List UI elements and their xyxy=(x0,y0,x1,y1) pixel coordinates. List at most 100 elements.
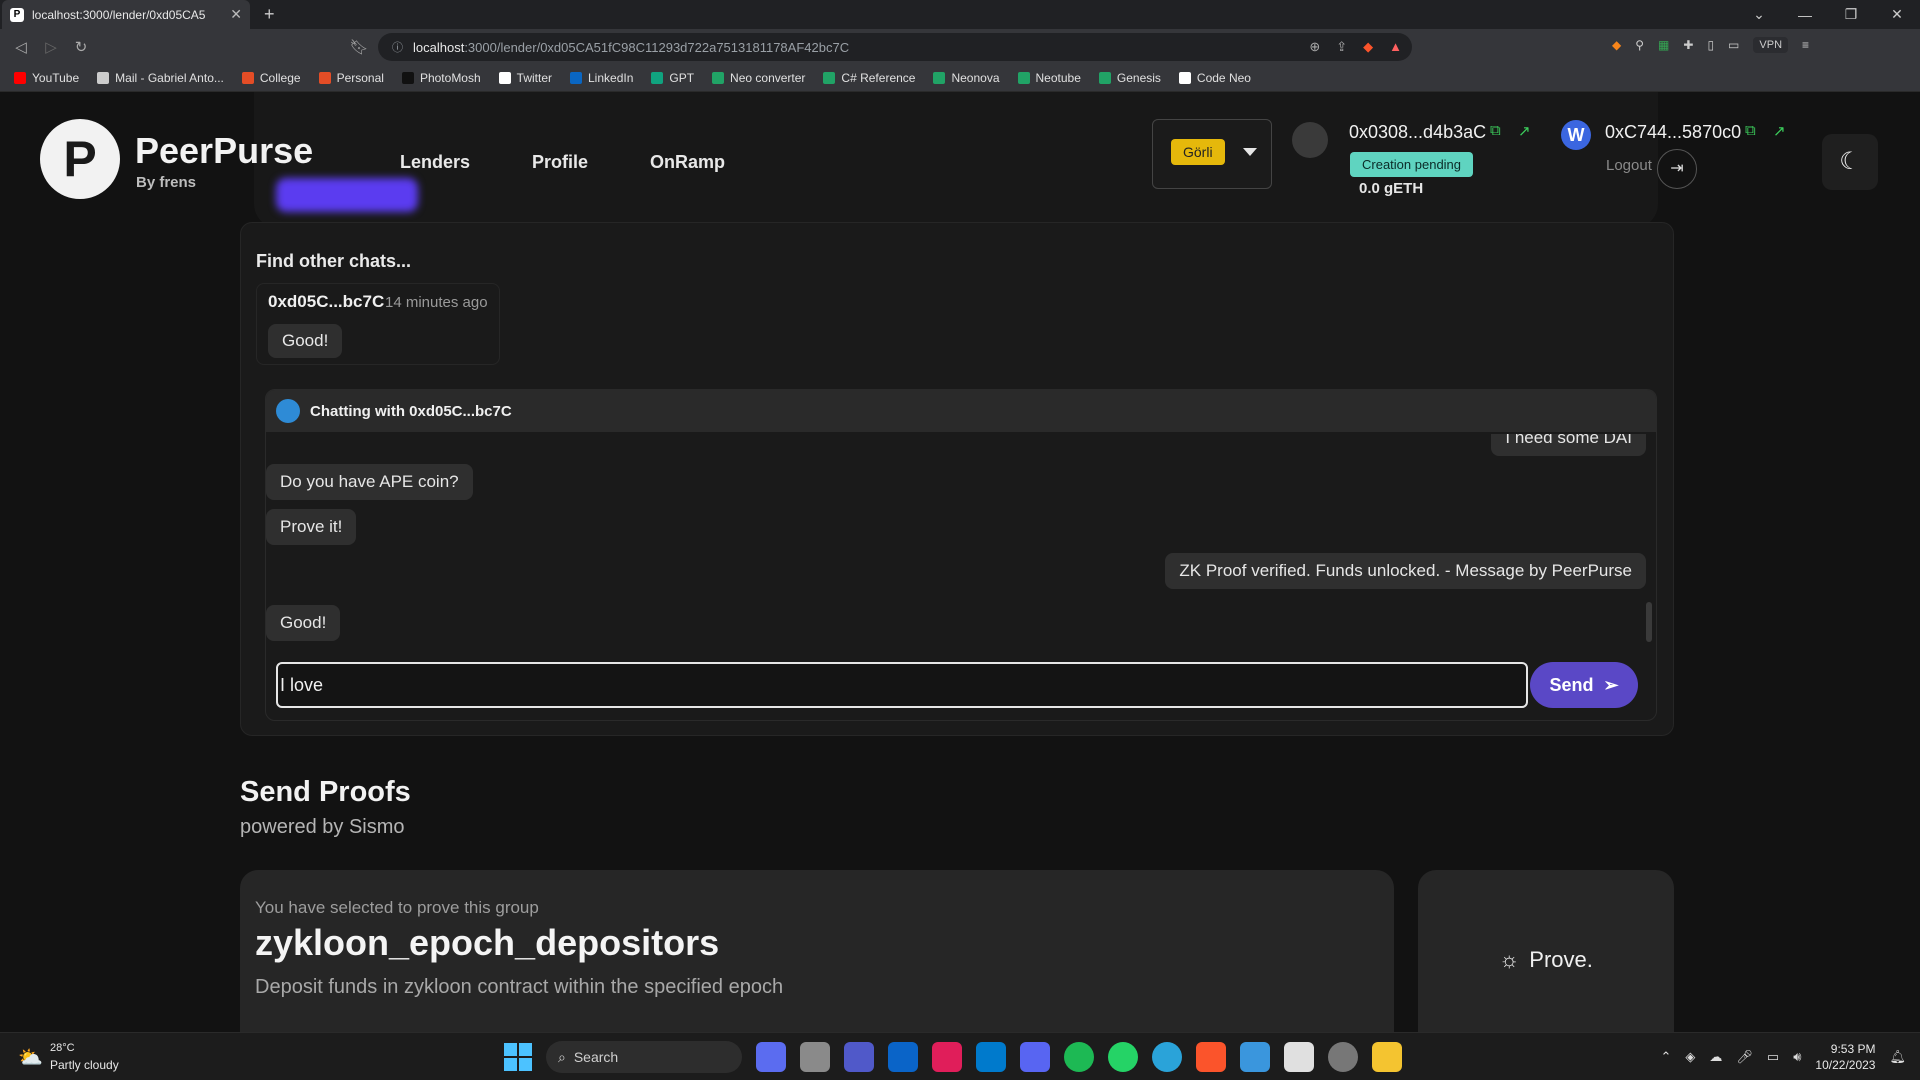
spotify-app-icon[interactable] xyxy=(1064,1042,1094,1072)
taskbar-search[interactable]: ⌕ Search xyxy=(546,1041,742,1073)
extension-icon[interactable]: ⚲ xyxy=(1635,38,1644,52)
menu-icon[interactable]: ≡ xyxy=(1802,38,1809,52)
sidebar-icon[interactable]: ▯ xyxy=(1707,38,1714,52)
external-link-icon[interactable]: ↗ xyxy=(1518,122,1531,140)
bookmark-label: C# Reference xyxy=(841,71,916,85)
discord-app-icon[interactable] xyxy=(1020,1042,1050,1072)
bookmark-favicon-icon xyxy=(1098,72,1111,84)
onedrive-icon[interactable]: ☁ xyxy=(1709,1049,1722,1065)
bookmark-item[interactable]: Genesis xyxy=(1098,71,1161,85)
os-taskbar: ⛅ 28°C Partly cloudy ⌕ Search ⌃ ◈ ☁ 🎤︎ ▭… xyxy=(0,1032,1920,1080)
vscode-app-icon[interactable] xyxy=(976,1042,1006,1072)
message-scrollbar[interactable] xyxy=(1646,602,1652,642)
brave-rewards-icon[interactable]: ▲ xyxy=(1389,39,1402,55)
windows-start-icon[interactable] xyxy=(504,1043,532,1071)
moon-icon[interactable]: ☾ xyxy=(1822,134,1878,190)
bookmark-item[interactable]: Neotube xyxy=(1017,71,1081,85)
brand-name[interactable]: PeerPurse xyxy=(135,130,313,172)
bookmark-item[interactable]: PhotoMosh xyxy=(401,71,481,85)
slack-app-icon[interactable] xyxy=(932,1042,962,1072)
bookmark-favicon-icon xyxy=(1178,72,1191,84)
close-window-icon[interactable]: ✕ xyxy=(1874,6,1920,23)
clock[interactable]: 9:53 PM 10/22/2023 xyxy=(1815,1041,1875,1073)
wallet-icon[interactable]: ▭ xyxy=(1728,38,1739,52)
prove-button[interactable]: ☼ Prove. xyxy=(1418,870,1674,1032)
files-app-icon[interactable] xyxy=(800,1042,830,1072)
bookmark-favicon-icon xyxy=(241,72,254,84)
bookmark-icon[interactable]: 🔖︎ xyxy=(344,38,374,56)
url-bar[interactable]: ⓘ localhost:3000/lender/0xd05CA51fC98C11… xyxy=(378,33,1412,61)
bookmark-label: Neotube xyxy=(1035,71,1081,85)
settings-app-icon[interactable] xyxy=(1328,1042,1358,1072)
nav-lenders[interactable]: Lenders xyxy=(400,152,470,173)
clock-date: 10/22/2023 xyxy=(1815,1058,1876,1072)
telegram-app-icon[interactable] xyxy=(1152,1042,1182,1072)
bookmark-item[interactable]: LinkedIn xyxy=(570,71,633,85)
sheets-icon[interactable]: ▦ xyxy=(1658,38,1669,52)
notepad-app-icon[interactable] xyxy=(1240,1042,1270,1072)
bookmark-item[interactable]: GPT xyxy=(651,71,694,85)
copy-icon[interactable]: ⧉ xyxy=(1490,122,1501,139)
volume-icon[interactable]: 🔊︎ xyxy=(1793,1049,1801,1065)
bookmark-favicon-icon xyxy=(570,72,582,84)
logo-icon[interactable]: P xyxy=(40,119,120,199)
weather-icon[interactable]: ⛅ xyxy=(18,1045,44,1069)
logout-icon[interactable]: ⇥ xyxy=(1657,149,1697,189)
snipping-app-icon[interactable] xyxy=(1284,1042,1314,1072)
microphone-icon[interactable]: 🎤︎ xyxy=(1736,1049,1753,1065)
restore-icon[interactable]: ❐ xyxy=(1828,6,1874,23)
brave-shield-icon[interactable]: ◆ xyxy=(1363,39,1373,55)
bookmark-item[interactable]: Mail - Gabriel Anto... xyxy=(97,71,224,85)
forward-icon[interactable]: ▷ xyxy=(36,38,66,56)
bookmark-item[interactable]: Neo converter xyxy=(712,71,805,85)
external-link-icon[interactable]: ↗ xyxy=(1773,122,1786,140)
share-icon[interactable]: ⇪ xyxy=(1336,39,1347,55)
chat-list-item[interactable]: 0xd05C...bc7C 14 minutes ago Good! xyxy=(256,283,500,365)
outlook-app-icon[interactable] xyxy=(888,1042,918,1072)
browser-tab[interactable]: P localhost:3000/lender/0xd05CA5 ✕ xyxy=(2,0,250,29)
new-tab-icon[interactable]: + xyxy=(264,4,275,25)
message-list[interactable]: I need some DAI Do you have APE coin? Pr… xyxy=(266,434,1646,652)
reload-icon[interactable]: ↻ xyxy=(66,38,96,56)
teams-app-icon[interactable] xyxy=(844,1042,874,1072)
bookmark-item[interactable]: Neonova xyxy=(933,71,1000,85)
widgets-app-icon[interactable] xyxy=(756,1042,786,1072)
bookmark-label: Personal xyxy=(336,71,384,85)
zoom-icon[interactable]: ⊕ xyxy=(1309,39,1320,55)
bookmark-item[interactable]: Twitter xyxy=(498,71,552,85)
bookmark-item[interactable]: College xyxy=(241,71,301,85)
bookmark-favicon-icon xyxy=(318,72,331,84)
metamask-icon[interactable]: ◆ xyxy=(1612,38,1621,52)
minimize-icon[interactable]: — xyxy=(1782,7,1828,23)
bookmark-item[interactable]: Code Neo xyxy=(1178,71,1251,85)
logout-label[interactable]: Logout xyxy=(1606,157,1652,174)
nav-profile[interactable]: Profile xyxy=(532,152,588,173)
brave-app-icon[interactable] xyxy=(1196,1042,1226,1072)
copy-icon[interactable]: ⧉ xyxy=(1745,122,1756,139)
notification-icon[interactable]: 🔔︎ xyxy=(1889,1049,1906,1065)
network-select[interactable]: Görli xyxy=(1152,119,1272,189)
bookmark-label: PhotoMosh xyxy=(419,71,481,85)
browser-tab-bar: P localhost:3000/lender/0xd05CA5 ✕ + ⌄ —… xyxy=(0,0,1920,29)
owner-wallet-address: 0xC744...5870c0 xyxy=(1605,122,1742,142)
back-icon[interactable]: ◁ xyxy=(6,38,36,56)
vpn-button[interactable]: VPN xyxy=(1753,37,1789,53)
whatsapp-app-icon[interactable] xyxy=(1108,1042,1138,1072)
taskbar-apps: ⌕ Search xyxy=(504,1041,1402,1073)
message-bubble-sent: I need some DAI xyxy=(1491,434,1646,456)
tab-search-icon[interactable]: ⌄ xyxy=(1736,6,1782,23)
explorer-app-icon[interactable] xyxy=(1372,1042,1402,1072)
puzzle-icon[interactable]: ✚ xyxy=(1683,38,1693,52)
bookmark-item[interactable]: C# Reference xyxy=(823,71,915,85)
network-icon[interactable]: ▭ xyxy=(1767,1049,1779,1065)
message-input[interactable] xyxy=(276,662,1528,708)
bookmark-item[interactable]: YouTube xyxy=(14,71,79,85)
site-info-icon[interactable]: ⓘ xyxy=(392,39,403,55)
defender-icon[interactable]: ◈ xyxy=(1685,1049,1695,1065)
tab-close-icon[interactable]: ✕ xyxy=(230,6,242,23)
chevron-up-icon[interactable]: ⌃ xyxy=(1661,1049,1672,1065)
group-description: Deposit funds in zykloon contract within… xyxy=(255,976,784,998)
nav-onramp[interactable]: OnRamp xyxy=(650,152,725,173)
bookmark-item[interactable]: Personal xyxy=(318,71,384,85)
send-button[interactable]: Send ➢ xyxy=(1530,662,1638,708)
